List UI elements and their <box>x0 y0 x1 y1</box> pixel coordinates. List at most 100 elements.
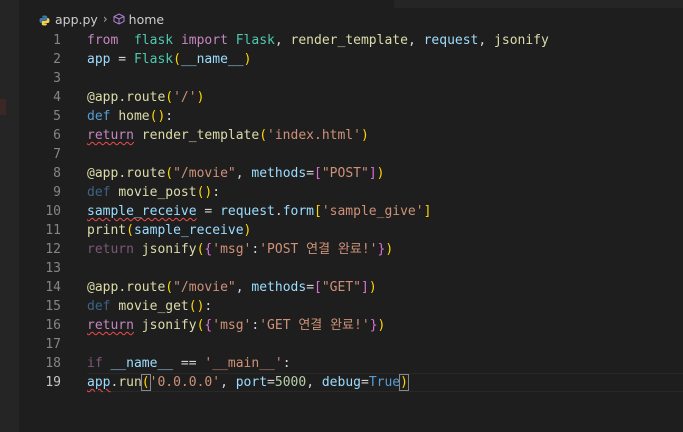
line-number: 17 <box>45 337 61 352</box>
code-line[interactable]: def home(): <box>87 107 683 126</box>
code-token: jsonify <box>141 318 197 333</box>
code-token: 5000 <box>274 375 307 390</box>
code-token: print <box>87 223 127 238</box>
code-token: : <box>282 356 291 371</box>
code-line[interactable]: print(sample_receive) <box>87 221 683 240</box>
code-token: return <box>87 318 134 333</box>
code-token: movie_get <box>118 299 189 314</box>
line-number: 9 <box>53 185 61 200</box>
code-token: debug <box>321 375 361 390</box>
code-token: = <box>110 52 134 67</box>
code-line[interactable]: def movie_get(): <box>87 297 683 316</box>
code-token: render_template <box>141 128 260 143</box>
breadcrumb-file[interactable]: app.py <box>55 12 98 27</box>
code-token: ] <box>360 280 369 295</box>
code-token: def <box>87 109 111 124</box>
code-token: movie_post <box>118 185 197 200</box>
code-token: ( <box>126 223 134 238</box>
code-token: "/movie" <box>173 166 236 181</box>
code-line[interactable] <box>87 69 683 88</box>
code-token: ( <box>165 166 174 181</box>
code-token: = <box>196 204 221 219</box>
code-editor[interactable]: 1 2 3 4 5 6 7 8 9 10 11 12 13 14 15 16 17 18 19 from flask… <box>19 30 683 432</box>
code-token: : <box>204 299 213 314</box>
breadcrumb-symbol[interactable]: home <box>129 12 164 27</box>
code-token: jsonify <box>141 242 197 257</box>
code-token: app <box>87 375 111 390</box>
code-token: run <box>118 375 142 390</box>
line-number: 1 <box>53 33 61 48</box>
code-token: ) <box>196 90 205 105</box>
code-token: from <box>87 33 119 48</box>
code-line[interactable]: return jsonify({'msg':'GET 연결 완료!'}) <box>87 316 683 335</box>
line-number: 4 <box>53 90 61 105</box>
code-token: 'msg' <box>212 242 252 257</box>
tab-bar[interactable] <box>19 0 683 8</box>
code-line[interactable]: return render_template('index.html') <box>87 126 683 145</box>
line-number: 15 <box>45 299 61 314</box>
code-line[interactable]: def movie_post(): <box>87 183 683 202</box>
code-token: 'POST 연결 완료!' <box>259 242 378 257</box>
code-token: flask <box>133 33 174 48</box>
code-token: ) <box>385 242 394 257</box>
code-line[interactable] <box>87 145 683 164</box>
code-token: ) <box>399 374 409 391</box>
line-number: 19 <box>45 375 61 390</box>
line-number: 2 <box>53 52 61 67</box>
code-line[interactable]: if __name__ == '__main__': <box>87 354 683 373</box>
code-token: jsonify <box>494 33 549 48</box>
code-token: , <box>274 33 291 48</box>
code-line[interactable] <box>87 335 683 354</box>
code-token: = <box>360 375 369 390</box>
code-token: ( <box>140 374 151 391</box>
code-token: . <box>118 90 127 105</box>
code-token: methods <box>251 166 307 181</box>
code-line[interactable]: @app.route("/movie", methods=["POST"]) <box>87 164 683 183</box>
line-number: 11 <box>45 223 61 238</box>
code-token: @app <box>87 280 119 295</box>
code-token: True <box>368 375 401 390</box>
code-line[interactable]: app = Flask(__name__) <box>87 50 683 69</box>
text-cursor <box>407 375 409 390</box>
tab-app-py[interactable] <box>19 0 394 8</box>
code-token: methods <box>251 280 307 295</box>
code-token: sample_receive <box>87 204 197 219</box>
code-line[interactable]: @app.route('/') <box>87 88 683 107</box>
line-number: 16 <box>45 318 61 333</box>
code-line[interactable]: sample_receive = request.form['sample_gi… <box>87 202 683 221</box>
code-token: app <box>87 52 111 67</box>
code-token: render_template <box>290 33 408 48</box>
code-token: . <box>118 166 127 181</box>
code-token: = <box>306 280 315 295</box>
line-number: 8 <box>53 166 61 181</box>
line-number: 10 <box>45 204 61 219</box>
code-token: ( <box>173 52 181 67</box>
line-number: 18 <box>45 356 61 371</box>
code-token: @app <box>87 166 119 181</box>
code-token: , <box>407 33 424 48</box>
code-line[interactable]: @app.route("/movie", methods=["GET"]) <box>87 278 683 297</box>
code-token: Flask <box>133 52 174 67</box>
code-area[interactable]: from flask import Flask, render_template… <box>87 30 683 432</box>
line-number: 12 <box>45 242 61 257</box>
code-token: sample_receive <box>133 223 244 238</box>
code-line[interactable]: from flask import Flask, render_template… <box>87 31 683 50</box>
code-line[interactable]: app.run('0.0.0.0', port=5000, debug=True… <box>87 373 683 392</box>
code-token: , <box>235 166 252 181</box>
code-token: port <box>235 375 268 390</box>
code-line[interactable]: return jsonify({'msg':'POST 연결 완료!'}) <box>87 240 683 259</box>
code-token: ( <box>259 128 268 143</box>
code-line[interactable] <box>87 259 683 278</box>
python-file-icon <box>39 14 50 25</box>
code-token: return <box>87 242 134 257</box>
code-token: '0.0.0.0' <box>149 375 221 390</box>
code-token: [ <box>314 280 322 295</box>
code-token: } <box>369 318 378 333</box>
code-token: request <box>220 204 275 219</box>
code-token: form <box>282 204 314 219</box>
code-token: 'msg' <box>212 318 252 333</box>
